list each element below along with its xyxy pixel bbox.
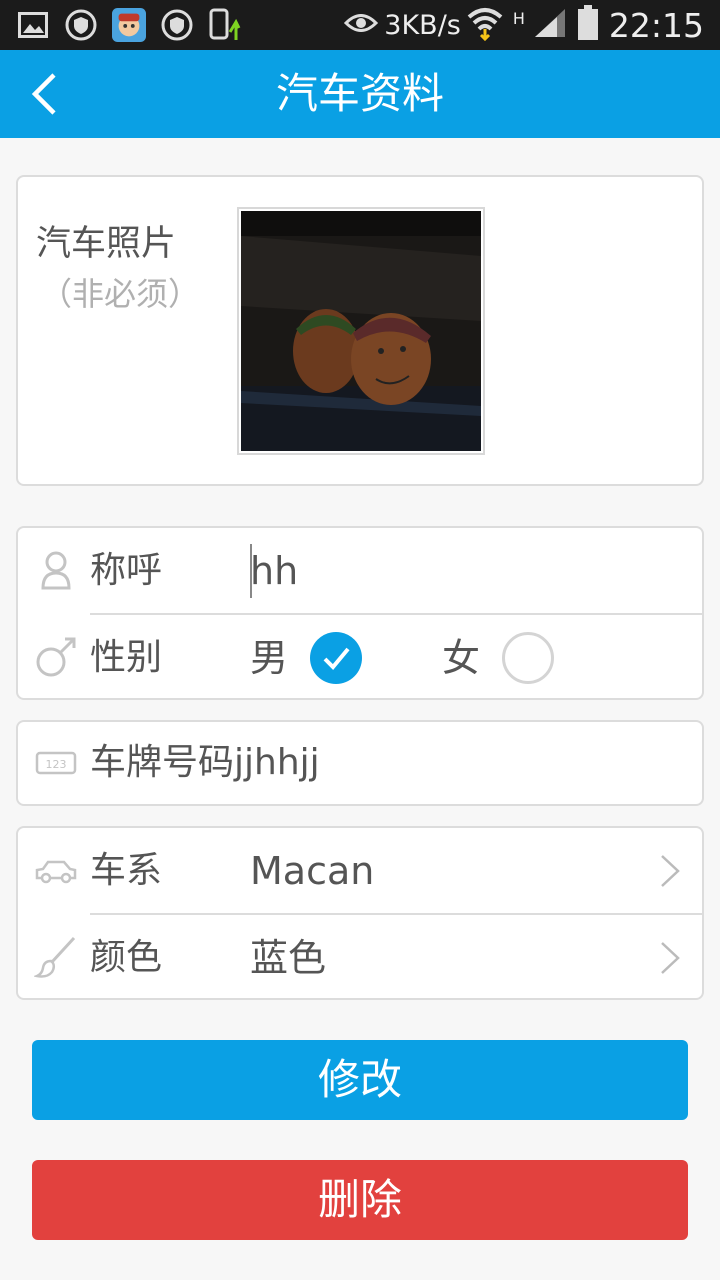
gender-male-label[interactable]: 男: [250, 615, 288, 701]
series-row[interactable]: 车系 Macan: [18, 828, 702, 914]
series-value: Macan: [250, 849, 375, 893]
title-bar: 汽车资料: [0, 50, 720, 138]
paintbrush-icon: [34, 936, 76, 978]
phone-update-icon: [208, 8, 242, 42]
color-row[interactable]: 颜色 蓝色: [18, 915, 702, 1001]
chevron-right-icon: [661, 855, 680, 887]
car-photo-card: 汽车照片 （非必须）: [16, 175, 704, 486]
car-photo-image: [241, 211, 481, 451]
chevron-right-icon: [661, 942, 680, 974]
gender-row: 性别 男 女: [18, 615, 702, 701]
gender-female-label[interactable]: 女: [442, 615, 480, 701]
plate-number-icon: 123: [35, 751, 77, 775]
plate-input[interactable]: 车牌号码jjhhjj: [90, 722, 320, 804]
svg-text:123: 123: [46, 758, 67, 771]
signal-icon: [533, 7, 567, 43]
car-info-card: 车系 Macan 颜色 蓝色: [16, 826, 704, 1000]
car-photo[interactable]: [237, 207, 485, 455]
shield-icon: [160, 8, 194, 42]
edit-button[interactable]: 修改: [32, 1040, 688, 1120]
photo-optional-note: （非必须）: [40, 275, 201, 313]
wifi-icon: [467, 5, 503, 45]
plate-card: 123 车牌号码jjhhjj: [16, 720, 704, 806]
color-value: 蓝色: [250, 936, 327, 980]
clock: 22:15: [608, 5, 704, 45]
gallery-icon: [16, 8, 50, 42]
car-icon: [35, 860, 77, 884]
delete-button[interactable]: 删除: [32, 1160, 688, 1240]
page-title: 汽车资料: [275, 69, 444, 118]
network-speed: 3KB/s: [384, 9, 461, 41]
gender-female-radio[interactable]: [502, 632, 554, 684]
name-input[interactable]: hh: [250, 528, 298, 614]
series-label: 车系: [90, 850, 163, 891]
eye-icon: [344, 12, 379, 38]
color-label: 颜色: [90, 937, 163, 978]
app-avatar-icon: [112, 8, 146, 42]
person-icon: [41, 551, 71, 590]
shield-icon: [64, 8, 98, 42]
name-row[interactable]: 称呼 hh: [18, 528, 702, 614]
gender-icon: [36, 637, 76, 677]
status-bar: 3KB/s H 22:15: [0, 0, 720, 50]
name-label: 称呼: [90, 550, 163, 591]
photo-label: 汽车照片: [36, 224, 177, 264]
check-icon: [323, 647, 350, 670]
gender-male-radio[interactable]: [310, 632, 362, 684]
gender-label: 性别: [90, 637, 163, 678]
network-type: H: [512, 8, 525, 28]
battery-icon: [577, 5, 599, 45]
profile-card: 称呼 hh 性别 男 女: [16, 526, 704, 700]
plate-row[interactable]: 123 车牌号码jjhhjj: [18, 722, 702, 804]
